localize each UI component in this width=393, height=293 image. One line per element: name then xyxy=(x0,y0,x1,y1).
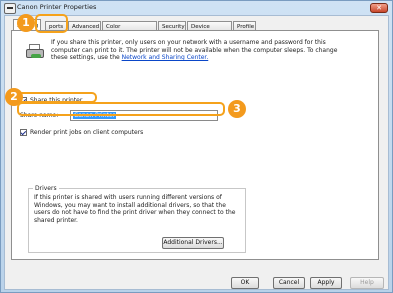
apply-button[interactable]: Apply xyxy=(310,277,342,289)
drivers-legend: Drivers xyxy=(33,185,59,192)
render-jobs-label: Render print jobs on client computers xyxy=(30,129,144,136)
close-button[interactable]: ✕ xyxy=(370,3,388,13)
sharing-intro-text: If you share this printer, only users on… xyxy=(51,39,351,62)
dialog-client-area: Sharing ports Advanced Color Management … xyxy=(4,15,389,290)
printer-properties-window: Canon Printer Properties ✕ Sharing ports… xyxy=(0,0,393,293)
cancel-button[interactable]: Cancel xyxy=(273,277,305,289)
help-button[interactable]: Help xyxy=(350,277,384,289)
ok-button[interactable]: OK xyxy=(231,277,259,289)
callout-badge-1: 1 xyxy=(17,14,35,32)
drivers-description: If this printer is shared with users run… xyxy=(34,194,236,224)
render-jobs-checkbox[interactable] xyxy=(20,129,27,136)
shared-printer-icon xyxy=(26,43,44,59)
callout-box-share-name xyxy=(17,102,225,116)
drivers-group: Drivers If this printer is shared with u… xyxy=(28,185,246,253)
window-title: Canon Printer Properties xyxy=(17,3,97,11)
printer-icon xyxy=(4,3,16,14)
additional-drivers-button[interactable]: Additional Drivers... xyxy=(162,237,224,249)
callout-badge-3: 3 xyxy=(228,100,246,118)
sharing-panel: If you share this printer, only users on… xyxy=(11,30,379,260)
callout-box-sharing-tab xyxy=(35,14,68,33)
close-icon: ✕ xyxy=(376,4,382,12)
network-sharing-center-link[interactable]: Network and Sharing Center. xyxy=(122,54,209,61)
